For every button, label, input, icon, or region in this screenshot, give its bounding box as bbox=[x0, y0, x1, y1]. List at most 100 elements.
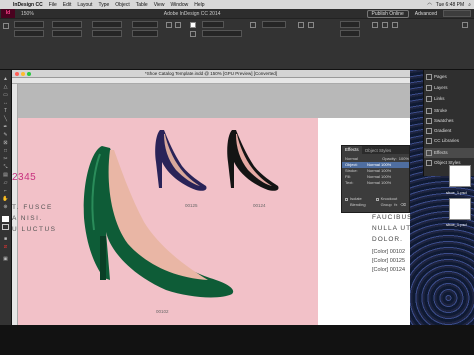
panel-links[interactable]: Links bbox=[424, 94, 474, 104]
menu-app-name[interactable]: InDesign CC bbox=[10, 2, 46, 8]
note-tool-icon[interactable]: ▱ bbox=[2, 180, 9, 186]
delete-icon[interactable]: ⌫ bbox=[400, 202, 406, 208]
right-text-line-1[interactable]: FAUCIBUS bbox=[372, 214, 413, 221]
body-text-line-2[interactable]: A NISI. bbox=[12, 215, 43, 222]
rectangle-frame-tool-icon[interactable]: ⊠ bbox=[2, 140, 9, 146]
eyedropper-tool-icon[interactable]: ⌐ bbox=[2, 188, 9, 194]
screen-mode-icon[interactable]: ▣ bbox=[2, 256, 9, 262]
reference-point-icon[interactable] bbox=[3, 23, 9, 29]
zoom-tool-icon[interactable]: ⊕ bbox=[2, 204, 9, 210]
apply-none-icon[interactable]: ⧄ bbox=[2, 244, 9, 250]
menubar-clock[interactable]: Tue 6:48 PM bbox=[436, 2, 464, 8]
flip-horizontal-icon[interactable] bbox=[166, 22, 172, 28]
panel-stroke[interactable]: Stroke bbox=[424, 106, 474, 116]
menu-window[interactable]: Window bbox=[167, 2, 191, 8]
menu-layout[interactable]: Layout bbox=[74, 2, 95, 8]
stroke-swatch-icon[interactable] bbox=[190, 31, 196, 37]
height-field[interactable] bbox=[52, 30, 82, 37]
selection-tool-icon[interactable]: ▲ bbox=[2, 76, 9, 82]
caption-green[interactable]: 00102 bbox=[156, 309, 169, 314]
desktop-file-icon[interactable] bbox=[449, 165, 471, 187]
pencil-tool-icon[interactable]: ✎ bbox=[2, 132, 9, 138]
tab-effects[interactable]: Effects bbox=[342, 146, 362, 154]
right-text-line-3[interactable]: DOLOR. bbox=[372, 236, 403, 243]
line-tool-icon[interactable]: ╲ bbox=[2, 116, 9, 122]
close-window-icon[interactable] bbox=[15, 72, 19, 76]
rectangle-tool-icon[interactable]: □ bbox=[2, 148, 9, 154]
workspace-switcher[interactable]: Advanced bbox=[415, 11, 437, 17]
caption-black[interactable]: 00124 bbox=[253, 203, 266, 208]
body-text-line-3[interactable]: U LUCTUS bbox=[12, 226, 57, 233]
panel-gradient[interactable]: Gradient bbox=[424, 126, 474, 136]
isolate-blending-checkbox[interactable] bbox=[345, 197, 348, 201]
scale-x-field[interactable] bbox=[92, 21, 122, 28]
shoe-black-image[interactable] bbox=[222, 128, 282, 196]
panel-cc-libraries[interactable]: CC Libraries bbox=[424, 136, 474, 146]
body-text-line-1[interactable]: T. FUSCE bbox=[12, 204, 53, 211]
menu-type[interactable]: Type bbox=[95, 2, 112, 8]
y-position-field[interactable] bbox=[14, 30, 44, 37]
x-position-field[interactable] bbox=[14, 21, 44, 28]
direct-selection-tool-icon[interactable]: △ bbox=[2, 84, 9, 90]
scissors-tool-icon[interactable]: ✂ bbox=[2, 156, 9, 162]
stroke-color-icon[interactable] bbox=[2, 224, 9, 230]
opacity-value[interactable]: 100% bbox=[399, 156, 409, 162]
wifi-icon[interactable]: ◠ bbox=[427, 2, 431, 8]
catalog-number[interactable]: 2345 bbox=[12, 172, 36, 183]
panel-menu-icon[interactable] bbox=[462, 22, 468, 28]
menu-object[interactable]: Object bbox=[112, 2, 132, 8]
desktop-file-label[interactable]: shoe_1.psd bbox=[446, 190, 467, 195]
flip-vertical-icon[interactable] bbox=[175, 22, 181, 28]
desktop-file-label[interactable]: shoe_1.psd bbox=[446, 222, 467, 227]
hand-tool-icon[interactable]: ✋ bbox=[2, 196, 9, 202]
menu-view[interactable]: View bbox=[151, 2, 168, 8]
free-transform-tool-icon[interactable]: ⤡ bbox=[2, 164, 9, 170]
publish-online-button[interactable]: Publish Online bbox=[366, 9, 409, 18]
stroke-type-field[interactable] bbox=[202, 30, 242, 37]
document-tab[interactable]: *Shoe Catalog Template.indd @ 150% [GPU … bbox=[12, 70, 410, 78]
gap-field[interactable] bbox=[340, 30, 360, 37]
knockout-group-checkbox[interactable] bbox=[375, 197, 379, 201]
gap-tool-icon[interactable]: ↔ bbox=[2, 100, 9, 106]
align-icon[interactable] bbox=[308, 22, 314, 28]
fill-swatch-icon[interactable] bbox=[190, 22, 196, 28]
color-tag-3[interactable]: [Color] 00124 bbox=[372, 267, 405, 273]
panel-swatches[interactable]: Swatches bbox=[424, 116, 474, 126]
text-wrap-icon[interactable] bbox=[298, 22, 304, 28]
tab-object-styles[interactable]: Object Styles bbox=[362, 148, 395, 153]
center-content-icon[interactable] bbox=[392, 22, 398, 28]
fit-frame-icon[interactable] bbox=[382, 22, 388, 28]
shear-field[interactable] bbox=[132, 30, 158, 37]
shoe-purple-image[interactable] bbox=[150, 128, 210, 196]
rotation-field[interactable] bbox=[132, 21, 158, 28]
type-tool-icon[interactable]: T bbox=[2, 108, 9, 114]
color-tag-1[interactable]: [Color] 00102 bbox=[372, 249, 405, 255]
opacity-field[interactable] bbox=[262, 21, 286, 28]
fit-content-icon[interactable] bbox=[372, 22, 378, 28]
pasteboard[interactable] bbox=[18, 84, 410, 118]
width-field[interactable] bbox=[52, 21, 82, 28]
effects-row-text[interactable]: Text: Normal 100% bbox=[342, 180, 409, 186]
panel-effects[interactable]: Effects bbox=[424, 148, 474, 158]
caption-purple[interactable]: 00125 bbox=[185, 203, 198, 208]
zoom-level[interactable]: 150% bbox=[21, 11, 34, 17]
fill-color-icon[interactable] bbox=[2, 216, 9, 222]
panel-layers[interactable]: Layers bbox=[424, 83, 474, 93]
right-text-line-2[interactable]: NULLA UT bbox=[372, 225, 411, 232]
pen-tool-icon[interactable]: ✒ bbox=[2, 124, 9, 130]
scale-y-field[interactable] bbox=[92, 30, 122, 37]
color-tag-2[interactable]: [Color] 00125 bbox=[372, 258, 405, 264]
search-icon[interactable]: ⌕ bbox=[468, 2, 471, 8]
minimize-window-icon[interactable] bbox=[21, 72, 25, 76]
page-tool-icon[interactable]: ▭ bbox=[2, 92, 9, 98]
fx-icon[interactable] bbox=[250, 22, 256, 28]
search-field[interactable] bbox=[443, 10, 471, 17]
menu-file[interactable]: File bbox=[46, 2, 60, 8]
zoom-window-icon[interactable] bbox=[27, 72, 31, 76]
menu-edit[interactable]: Edit bbox=[60, 2, 75, 8]
desktop-file-icon[interactable] bbox=[449, 198, 471, 220]
stroke-weight-field[interactable] bbox=[202, 21, 224, 28]
panel-pages[interactable]: Pages bbox=[424, 72, 474, 82]
gradient-tool-icon[interactable]: ▤ bbox=[2, 172, 9, 178]
apply-color-icon[interactable]: ■ bbox=[2, 236, 9, 242]
